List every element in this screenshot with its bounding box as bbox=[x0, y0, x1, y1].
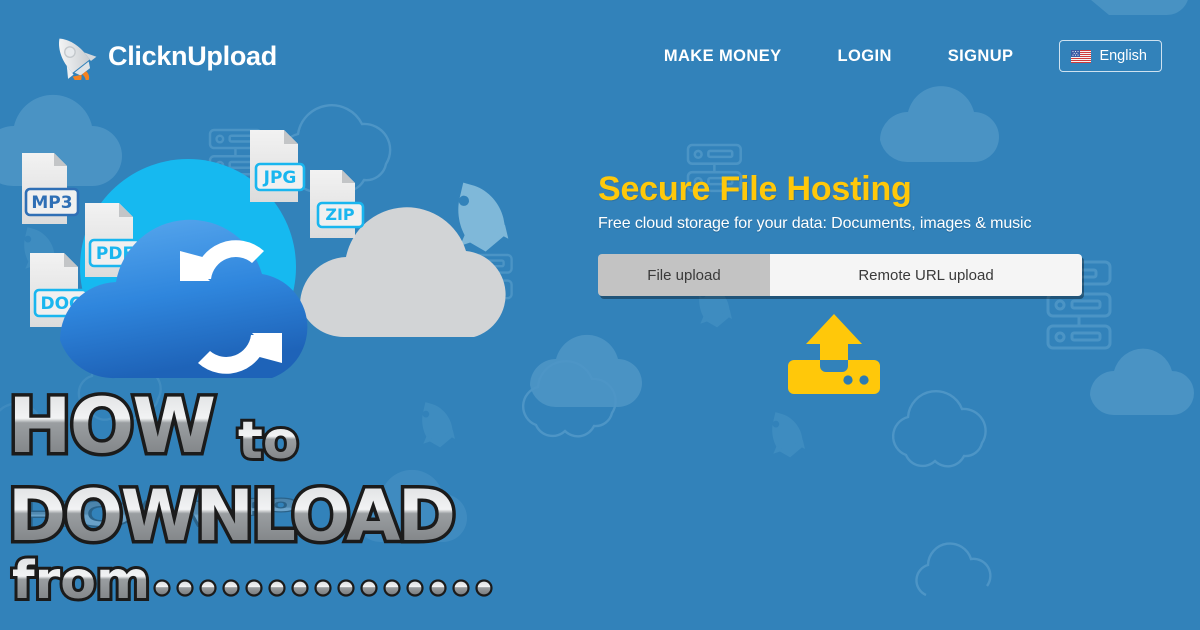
headline-dot bbox=[199, 579, 217, 597]
nav-item-signup[interactable]: SIGNUP bbox=[920, 47, 1042, 66]
headline-dot bbox=[291, 579, 309, 597]
svg-text:ZIP: ZIP bbox=[325, 205, 355, 224]
file-badge-jpg: JPG bbox=[250, 130, 306, 202]
headline-dot bbox=[360, 579, 378, 597]
headline-dot bbox=[452, 579, 470, 597]
headline-word-to: to bbox=[238, 411, 299, 471]
rocket-icon bbox=[59, 38, 97, 80]
headline-dot bbox=[314, 579, 332, 597]
nav-item-login[interactable]: LOGIN bbox=[810, 47, 920, 66]
language-selector-button[interactable]: English bbox=[1059, 40, 1162, 72]
tab-remote-url-upload[interactable]: Remote URL upload bbox=[770, 254, 1082, 296]
headline-dot bbox=[268, 579, 286, 597]
headline-dot-row bbox=[153, 579, 493, 597]
headline-dot bbox=[475, 579, 493, 597]
upload-arrow-icon[interactable] bbox=[788, 312, 880, 394]
headline-overlay: HOW to HOW to DOWNLOAD DOWNLOAD from bbox=[0, 378, 520, 630]
tab-file-upload[interactable]: File upload bbox=[598, 254, 770, 296]
us-flag-icon bbox=[1071, 49, 1092, 63]
brand-name: ClicknUpload bbox=[108, 40, 277, 71]
headline-dot bbox=[337, 579, 355, 597]
svg-text:JPG: JPG bbox=[263, 168, 297, 188]
language-label: English bbox=[1099, 48, 1147, 64]
file-badge-zip: ZIP bbox=[310, 170, 365, 238]
brand-logo[interactable]: ClicknUpload bbox=[46, 32, 277, 80]
headline-word-download: DOWNLOAD bbox=[8, 475, 453, 557]
page-subtitle: Free cloud storage for your data: Docume… bbox=[598, 215, 1032, 232]
headline-dot bbox=[245, 579, 263, 597]
page-title: Secure File Hosting bbox=[598, 170, 912, 208]
main-navigation: MAKE MONEY LOGIN SIGNUP English bbox=[636, 40, 1162, 72]
headline-word-from: from bbox=[12, 551, 150, 611]
upload-tab-group: File upload Remote URL upload bbox=[598, 254, 1082, 296]
nav-item-make-money[interactable]: MAKE MONEY bbox=[636, 47, 810, 66]
headline-dot bbox=[406, 579, 424, 597]
headline-dot bbox=[176, 579, 194, 597]
headline-dot bbox=[153, 579, 171, 597]
cloud-illustration: JPG ZIP MP3 PDF DOC bbox=[0, 75, 560, 415]
headline-dot bbox=[222, 579, 240, 597]
svg-text:MP3: MP3 bbox=[31, 193, 72, 213]
headline-word-how: HOW bbox=[8, 381, 214, 470]
file-badge-mp3: MP3 bbox=[22, 153, 80, 224]
headline-dot bbox=[383, 579, 401, 597]
headline-dot bbox=[429, 579, 447, 597]
site-header: ClicknUpload MAKE MONEY LOGIN SIGNUP Eng… bbox=[0, 0, 1200, 112]
hero-panel: Secure File Hosting Free cloud storage f… bbox=[598, 170, 1098, 399]
